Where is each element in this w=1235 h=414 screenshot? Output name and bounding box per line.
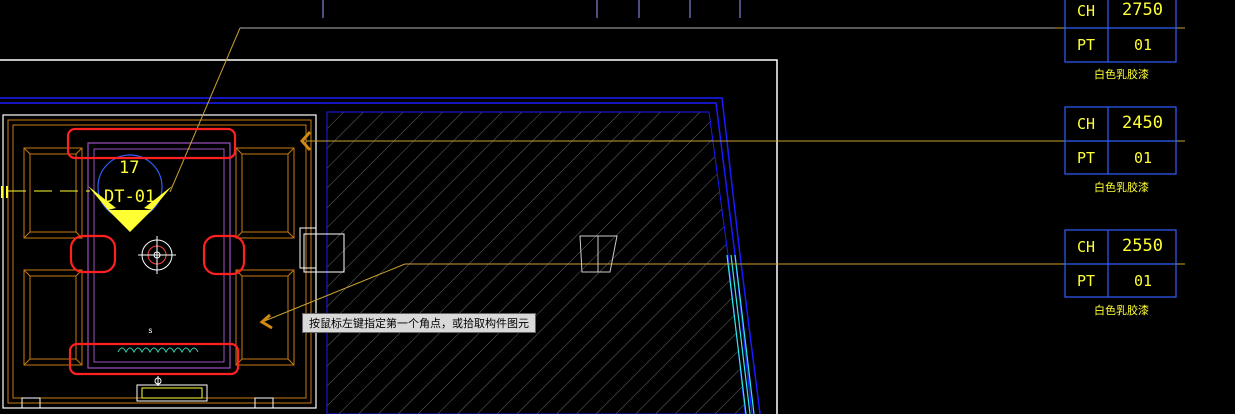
tag3-pt-value: 01 (1134, 272, 1153, 290)
tag1-pt-label: PT (1077, 36, 1096, 54)
small-label-s: s (148, 326, 153, 335)
top-grid-ticks (322, 0, 741, 18)
tag2-pt-label: PT (1077, 149, 1096, 167)
tag3-ch-value: 2550 (1122, 236, 1163, 256)
tag1-ch-label: CH (1077, 2, 1096, 20)
tag2-finish: 白色乳胶漆 (1094, 181, 1149, 194)
tag1-finish: 白色乳胶漆 (1094, 68, 1149, 81)
left-dimension-mark (1, 186, 90, 198)
tag3-ch-label: CH (1077, 238, 1096, 256)
tag1-pt-value: 01 (1134, 36, 1153, 54)
tag3-finish: 白色乳胶漆 (1094, 304, 1149, 317)
tag2-ch-value: 2450 (1122, 113, 1163, 133)
leader-arrowheads (259, 131, 312, 330)
fixture-code: DT-01 (104, 187, 156, 207)
tag2-pt-value: 01 (1134, 149, 1153, 167)
tag3-pt-label: PT (1077, 272, 1096, 290)
hatched-ceiling-area (326, 111, 746, 414)
ceiling-lamp-symbol (138, 236, 176, 274)
command-prompt-tooltip: 按鼠标左键指定第一个角点，或拾取构件图元 (302, 313, 536, 333)
fixture-number: 17 (119, 158, 140, 178)
cad-drawing-canvas[interactable]: 17 DT-01 s CH 2750 PT 01 白色乳胶漆 CH 2450 P… (0, 0, 1235, 414)
tag1-ch-value: 2750 (1122, 0, 1163, 20)
cad-drawing[interactable] (0, 0, 1235, 414)
tag2-ch-label: CH (1077, 115, 1096, 133)
curtain-fringe (117, 347, 199, 354)
